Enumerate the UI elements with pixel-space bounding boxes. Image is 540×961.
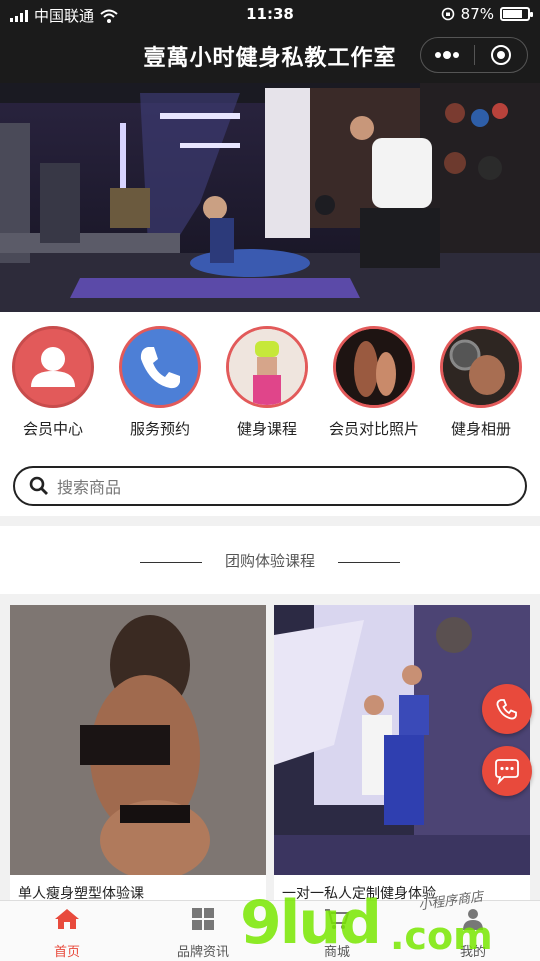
tab-label: 品牌资讯 bbox=[176, 945, 229, 960]
compare-photo bbox=[333, 326, 415, 408]
tab-brand-news[interactable]: 品牌资讯 bbox=[158, 907, 248, 960]
rotation-lock-icon bbox=[441, 7, 454, 21]
search-icon bbox=[29, 476, 48, 495]
search-area: 搜索商品 bbox=[0, 460, 540, 516]
product-image bbox=[274, 605, 530, 875]
phone-icon bbox=[119, 326, 201, 408]
battery-icon bbox=[500, 7, 533, 21]
tab-label: 我的 bbox=[459, 945, 486, 960]
tab-mall[interactable]: 商城 bbox=[292, 907, 382, 960]
product-card[interactable]: 单人瘦身塑型体验课 bbox=[10, 605, 266, 905]
call-button[interactable] bbox=[482, 684, 532, 734]
nav-fitness-album[interactable]: 健身相册 bbox=[436, 326, 526, 439]
tab-mine[interactable]: 我的 bbox=[428, 907, 518, 960]
tab-bar: 首页 品牌资讯 商城 我的 bbox=[0, 900, 540, 961]
tab-label: 首页 bbox=[53, 945, 80, 960]
product-grid: 单人瘦身塑型体验课 一对一私人定制健身体验 bbox=[0, 594, 540, 905]
hero-banner[interactable] bbox=[0, 83, 540, 312]
nav-label: 会员中心 bbox=[22, 420, 83, 438]
chat-button[interactable] bbox=[482, 746, 532, 796]
tab-label: 商城 bbox=[323, 945, 350, 960]
section-header: 团购体验课程 bbox=[0, 526, 540, 594]
battery-percent: 87% bbox=[460, 5, 494, 23]
search-placeholder: 搜索商品 bbox=[57, 478, 122, 497]
section-title: 团购体验课程 bbox=[224, 552, 315, 570]
nav-label: 服务预约 bbox=[129, 420, 190, 438]
user-icon bbox=[463, 909, 483, 930]
nav-member-compare[interactable]: 会员对比照片 bbox=[329, 326, 419, 439]
mini-program-capsule bbox=[420, 37, 528, 73]
nav-service-booking[interactable]: 服务预约 bbox=[115, 326, 205, 439]
search-input[interactable]: 搜索商品 bbox=[13, 466, 527, 506]
album-photo bbox=[440, 326, 522, 408]
tab-home[interactable]: 首页 bbox=[22, 907, 112, 960]
product-image bbox=[10, 605, 266, 875]
nav-fitness-course[interactable]: 健身课程 bbox=[222, 326, 312, 439]
nav-member-center[interactable]: 会员中心 bbox=[8, 326, 98, 439]
nav-label: 健身课程 bbox=[236, 420, 297, 438]
home-icon bbox=[55, 909, 79, 929]
phone-icon bbox=[496, 699, 517, 720]
course-photo bbox=[226, 326, 308, 408]
more-button[interactable] bbox=[421, 38, 474, 72]
target-icon bbox=[490, 45, 511, 65]
close-capsule-button[interactable] bbox=[475, 38, 528, 72]
nav-bar: 壹萬小时健身私教工作室 bbox=[0, 28, 540, 83]
grid-icon bbox=[192, 908, 214, 930]
nav-label: 会员对比照片 bbox=[329, 420, 420, 438]
gym-banner-image bbox=[0, 83, 540, 312]
person-icon bbox=[12, 326, 94, 408]
chat-bubble-icon bbox=[495, 759, 519, 785]
cart-icon bbox=[325, 909, 350, 929]
quick-nav: 会员中心 服务预约 健身课程 会员对比照片 健身相册 bbox=[0, 312, 540, 460]
nav-label: 健身相册 bbox=[450, 420, 511, 438]
more-dots-icon bbox=[435, 51, 460, 59]
status-bar: 中国联通 11:38 87% bbox=[0, 0, 540, 28]
